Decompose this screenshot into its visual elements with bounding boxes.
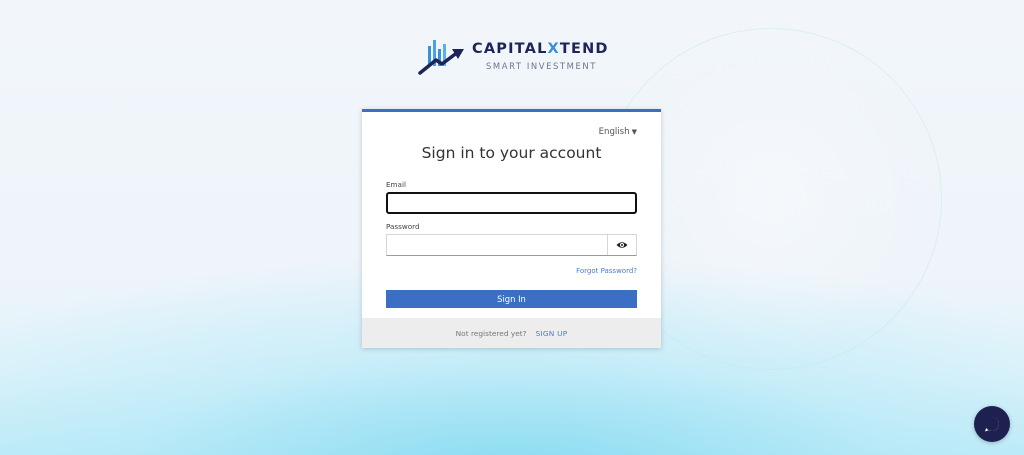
password-field-wrapper bbox=[386, 234, 637, 256]
caret-down-icon: ▼ bbox=[631, 128, 637, 136]
password-field[interactable] bbox=[387, 235, 607, 255]
sign-up-link[interactable]: SIGN UP bbox=[536, 329, 568, 338]
show-password-button[interactable] bbox=[607, 235, 636, 255]
email-field[interactable] bbox=[386, 192, 637, 214]
chat-bubble-icon bbox=[985, 417, 999, 432]
email-label: Email bbox=[386, 180, 406, 189]
not-registered-text: Not registered yet? bbox=[455, 328, 527, 338]
card-footer: Not registered yet? SIGN UP bbox=[362, 318, 661, 348]
forgot-password-link[interactable]: Forgot Password? bbox=[576, 267, 637, 275]
brand-name-tail: TEND bbox=[559, 41, 609, 58]
password-label: Password bbox=[386, 222, 420, 231]
sign-in-button[interactable]: Sign In bbox=[386, 290, 637, 308]
eye-icon bbox=[616, 242, 628, 248]
brand-name-x: X bbox=[547, 41, 560, 58]
brand-logo: CAPITALXTEND SMART INVESTMENT bbox=[418, 36, 609, 76]
login-card: English ▼ Sign in to your account Email … bbox=[362, 109, 661, 348]
brand-name-main: CAPITAL bbox=[472, 41, 548, 58]
language-selector[interactable]: English ▼ bbox=[599, 127, 637, 137]
logo-chart-arrow-icon bbox=[418, 40, 464, 75]
language-label: English bbox=[598, 127, 630, 137]
chat-button[interactable] bbox=[974, 406, 1010, 442]
brand-name: CAPITALXTEND bbox=[472, 42, 609, 57]
page-title: Sign in to your account bbox=[421, 144, 602, 162]
brand-tagline: SMART INVESTMENT bbox=[486, 60, 597, 71]
